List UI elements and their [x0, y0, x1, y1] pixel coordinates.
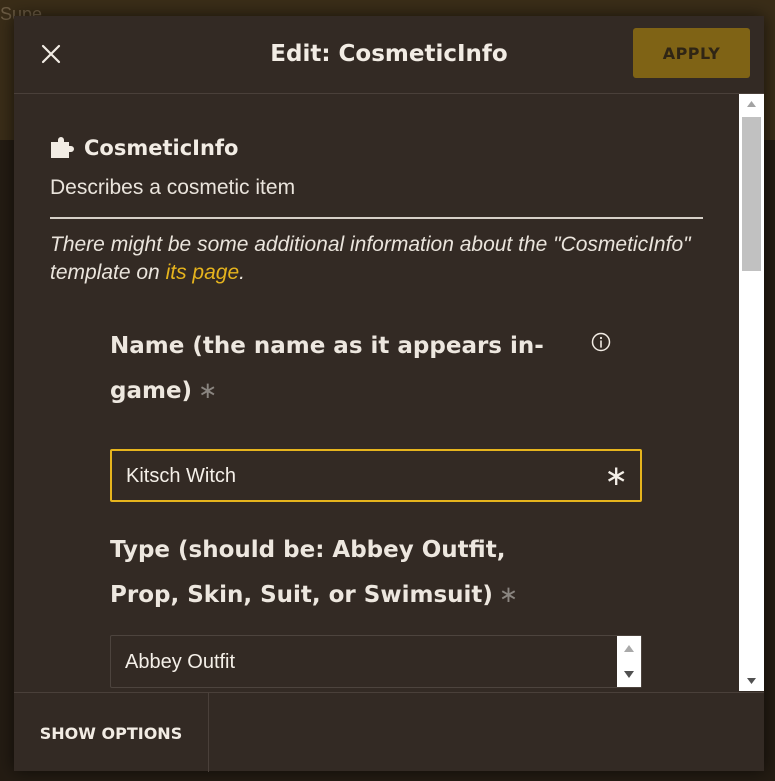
required-indicator: ∗ [604, 459, 628, 492]
scroll-down-arrow-icon [747, 678, 756, 684]
close-button[interactable] [38, 41, 64, 67]
param-name-label: Name (the name as it appears in-game) ∗ [110, 324, 580, 414]
type-input[interactable] [123, 636, 597, 689]
type-spinner [617, 636, 641, 687]
required-asterisk: ∗ [198, 378, 218, 404]
scroll-up-arrow-icon [747, 101, 756, 107]
edit-template-dialog: Edit: CosmeticInfo APPLY CosmeticInfo De… [14, 16, 764, 772]
template-name: CosmeticInfo [84, 136, 239, 160]
param-name-label-text: Name (the name as it appears in-game) [110, 333, 544, 404]
note-text: There might be some additional informati… [50, 233, 691, 284]
required-asterisk: ∗ [498, 582, 519, 608]
caret-down-icon [624, 671, 634, 678]
template-description: Describes a cosmetic item [50, 176, 296, 199]
scrollbar-thumb[interactable] [742, 117, 761, 271]
spinner-up-button[interactable] [617, 636, 641, 661]
template-header: CosmeticInfo [50, 134, 238, 162]
note-end: . [239, 261, 245, 284]
apply-button[interactable]: APPLY [633, 28, 750, 78]
param-info-button[interactable] [590, 331, 612, 353]
type-field [110, 635, 642, 689]
vertical-scrollbar[interactable] [739, 94, 764, 691]
info-icon [591, 332, 611, 352]
scroll-up-button[interactable] [739, 94, 764, 114]
close-icon [41, 44, 61, 64]
spinner-down-button[interactable] [617, 662, 641, 687]
dialog-body: CosmeticInfo Describes a cosmetic item T… [14, 94, 739, 691]
dialog-header: Edit: CosmeticInfo APPLY [14, 16, 764, 94]
scroll-down-button[interactable] [739, 671, 764, 691]
template-note: There might be some additional informati… [50, 231, 710, 287]
param-type-label-text: Type (should be: Abbey Outfit, Prop, Ski… [110, 537, 506, 608]
name-input[interactable] [124, 451, 598, 502]
puzzle-piece-icon [51, 137, 74, 158]
param-type-label: Type (should be: Abbey Outfit, Prop, Ski… [110, 528, 580, 618]
name-field: ∗ [110, 449, 642, 502]
caret-up-icon [624, 645, 634, 652]
template-divider [50, 217, 703, 219]
show-options-button[interactable]: SHOW OPTIONS [14, 693, 209, 772]
template-page-link[interactable]: its page [166, 261, 240, 284]
dialog-footer: SHOW OPTIONS [14, 692, 764, 772]
